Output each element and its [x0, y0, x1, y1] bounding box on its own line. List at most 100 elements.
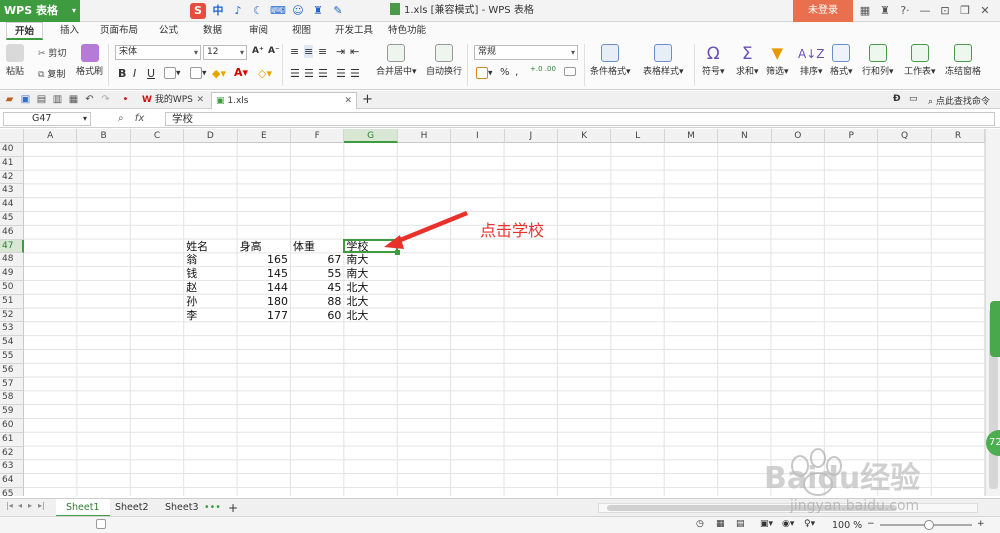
column-header-r[interactable]: R [932, 129, 985, 143]
table-cell[interactable]: 赵 [185, 281, 236, 295]
table-cell[interactable]: 北大 [345, 309, 396, 323]
reading-mode-icon[interactable]: ◉▾ [782, 519, 794, 529]
table-cell[interactable]: 180 [239, 295, 290, 309]
zoom-search-icon[interactable]: ⌕ [118, 113, 124, 124]
name-box[interactable]: G47 [3, 112, 91, 126]
export-pdf-icon[interactable]: ▦ [68, 94, 79, 105]
row-header-56[interactable]: 56 [0, 363, 24, 378]
currency-icon[interactable]: ▾ [476, 67, 493, 79]
zoom-slider[interactable] [880, 520, 972, 530]
align-right-icon[interactable]: ☰ [318, 67, 328, 80]
border-icon[interactable]: ▾ [164, 67, 181, 79]
row-header-51[interactable]: 51 [0, 294, 24, 309]
row-header-60[interactable]: 60 [0, 419, 24, 433]
add-sheet-button[interactable]: + [224, 499, 242, 517]
indent-icon[interactable]: ⇥ [336, 45, 345, 58]
sum-button[interactable]: Σ 求和▾ [736, 44, 759, 77]
number-format-select[interactable]: 常规 [474, 45, 578, 60]
table-cell[interactable]: 李 [185, 309, 236, 323]
column-header-p[interactable]: P [825, 129, 879, 143]
align-left-icon[interactable]: ☰ [290, 67, 300, 80]
select-all-corner[interactable] [0, 129, 24, 143]
wps-pin-icon[interactable]: • [120, 94, 131, 105]
row-header-61[interactable]: 61 [0, 432, 24, 447]
doc-menu-icon[interactable]: Ð [893, 94, 901, 104]
percent-button[interactable]: % [500, 67, 510, 78]
table-cell[interactable]: 钱 [185, 267, 236, 281]
help-icon[interactable]: ?· [895, 0, 915, 22]
page-layout-view-icon[interactable]: ▤ [736, 519, 745, 529]
tab-formulas[interactable]: 公式 [159, 22, 178, 40]
protect-icon[interactable]: ◷ [696, 519, 704, 529]
table-header-cell[interactable]: 姓名 [185, 240, 236, 254]
comma-button[interactable]: ‚ [515, 67, 518, 78]
table-cell[interactable]: 55 [292, 267, 343, 281]
distribute-icon[interactable]: ☰ [350, 67, 360, 80]
restore-doc-icon[interactable]: ▭ [909, 94, 918, 104]
row-header-62[interactable]: 62 [0, 446, 24, 461]
filter-button[interactable]: ▼ 筛选▾ [766, 44, 789, 77]
ime-moon-icon[interactable]: ☾ [250, 3, 266, 19]
zoom-in-icon[interactable]: + [977, 519, 985, 529]
table-cell[interactable]: 翁 [185, 253, 236, 267]
table-cell[interactable]: 67 [292, 253, 343, 267]
align-top-icon[interactable]: ≡ [290, 45, 299, 58]
table-cell[interactable]: 88 [292, 295, 343, 309]
underline-button[interactable]: U [147, 67, 155, 80]
new-tab-button[interactable]: + [362, 91, 373, 108]
symbol-button[interactable]: Ω 符号▾ [702, 44, 725, 77]
font-shrink-button[interactable]: A⁻ [268, 46, 280, 56]
table-cell[interactable]: 南大 [345, 253, 396, 267]
table-cell[interactable]: 孙 [185, 295, 236, 309]
zoom-slider-knob[interactable] [924, 520, 934, 530]
close-tab-icon[interactable]: ✕ [344, 93, 352, 109]
conditional-format-button[interactable]: 条件格式▾ [590, 44, 631, 77]
table-cell[interactable]: 165 [239, 253, 290, 267]
ime-keyboard-icon[interactable]: ⌨ [270, 3, 286, 19]
ime-tools-icon[interactable]: ✎ [330, 3, 346, 19]
maximize-icon[interactable]: ❐ [955, 0, 975, 22]
row-header-54[interactable]: 54 [0, 336, 24, 350]
row-header-59[interactable]: 59 [0, 405, 24, 419]
increase-decimal-button[interactable]: +.0 .00 [530, 65, 556, 73]
print-preview-icon[interactable]: ▥ [52, 94, 63, 105]
font-name-select[interactable]: 宋体 [115, 45, 201, 60]
font-color-icon[interactable]: A▾ [234, 66, 248, 79]
row-header-45[interactable]: 45 [0, 212, 24, 226]
table-cell[interactable]: 南大 [345, 267, 396, 281]
decrease-decimal-icon[interactable] [564, 67, 576, 77]
row-header-58[interactable]: 58 [0, 391, 24, 406]
tab-review[interactable]: 审阅 [249, 22, 268, 40]
column-header-o[interactable]: O [772, 129, 825, 143]
column-header-i[interactable]: I [451, 129, 505, 143]
sheet-tab-sheet3[interactable]: Sheet3 [155, 499, 209, 517]
sort-button[interactable]: A↓Z 排序▾ [798, 44, 824, 77]
undo-icon[interactable]: ↶ [84, 94, 95, 105]
table-cell[interactable]: 177 [239, 309, 290, 323]
column-header-b[interactable]: B [77, 129, 131, 143]
copy-button[interactable]: ⧉ 复制 [38, 67, 65, 80]
skin-icon[interactable]: ▦ [855, 0, 875, 22]
row-header-48[interactable]: 48 [0, 253, 24, 268]
fill-color-icon[interactable]: ◆▾ [212, 67, 226, 80]
column-header-a[interactable]: A [24, 129, 78, 143]
row-header-50[interactable]: 50 [0, 281, 24, 295]
font-size-select[interactable]: 12 [203, 45, 247, 60]
align-middle-icon[interactable]: ≡ [304, 45, 314, 58]
format-button[interactable]: 格式▾ [830, 44, 853, 77]
formula-input[interactable]: 学校 [165, 112, 995, 126]
table-header-cell[interactable]: 体重 [292, 240, 343, 254]
sogou-ime-icon[interactable]: S [190, 3, 206, 19]
sheet-tab-sheet2[interactable]: Sheet2 [105, 499, 159, 517]
save-icon[interactable]: ▣ [20, 94, 31, 105]
tab-page-layout[interactable]: 页面布局 [100, 22, 138, 40]
side-panel-toggle[interactable] [990, 301, 1000, 357]
column-header-g[interactable]: G [344, 129, 398, 143]
row-header-44[interactable]: 44 [0, 198, 24, 212]
sheet-tab-sheet1[interactable]: Sheet1 [56, 499, 110, 517]
column-header-d[interactable]: D [184, 129, 238, 143]
table-cell[interactable]: 北大 [345, 281, 396, 295]
merge-center-button[interactable]: 合并居中▾ [376, 44, 417, 77]
print-icon[interactable]: ▤ [36, 94, 47, 105]
table-cell[interactable]: 45 [292, 281, 343, 295]
